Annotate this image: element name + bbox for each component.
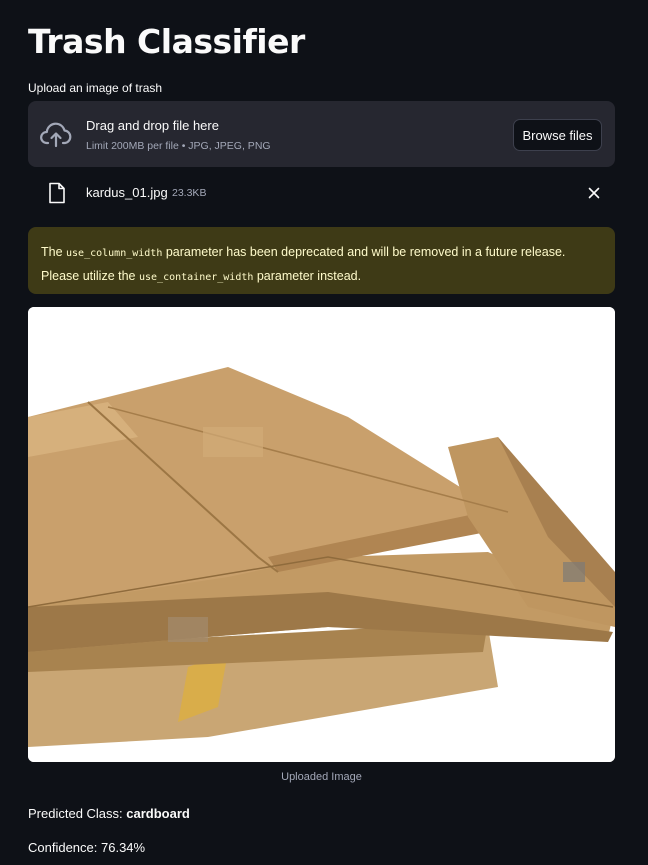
page-title: Trash Classifier	[28, 22, 305, 61]
file-size: 23.3KB	[172, 187, 207, 199]
browse-files-button[interactable]: Browse files	[513, 119, 602, 151]
image-caption: Uploaded Image	[281, 771, 362, 783]
warning-code-2: use_container_width	[138, 272, 254, 283]
uploaded-image	[28, 307, 615, 762]
file-dropzone[interactable]: Drag and drop file here Limit 200MB per …	[28, 101, 615, 167]
warning-text-3: parameter instead.	[253, 269, 362, 283]
deprecation-warning: The use_column_width parameter has been …	[28, 227, 615, 294]
warning-code-1: use_column_width	[66, 248, 163, 259]
close-icon[interactable]	[585, 184, 603, 202]
app-page: Trash Classifier Upload an image of tras…	[0, 0, 648, 865]
dropzone-instructions: Drag and drop file here	[86, 118, 219, 133]
warning-text-1: The	[41, 245, 67, 259]
uploader-label: Upload an image of trash	[28, 81, 163, 95]
cloud-upload-icon	[40, 122, 72, 148]
confidence-result: Confidence: 76.34%	[28, 840, 146, 855]
cardboard-photo	[28, 307, 615, 762]
dropzone-limit: Limit 200MB per file • JPG, JPEG, PNG	[86, 140, 271, 152]
prediction-result: Predicted Class: cardboard	[28, 806, 190, 821]
prediction-label: Predicted Class:	[28, 806, 127, 821]
prediction-value: cardboard	[126, 806, 190, 821]
uploaded-file-row: kardus_01.jpg 23.3KB	[28, 177, 615, 209]
file-icon	[49, 182, 65, 204]
file-name: kardus_01.jpg	[86, 185, 168, 200]
